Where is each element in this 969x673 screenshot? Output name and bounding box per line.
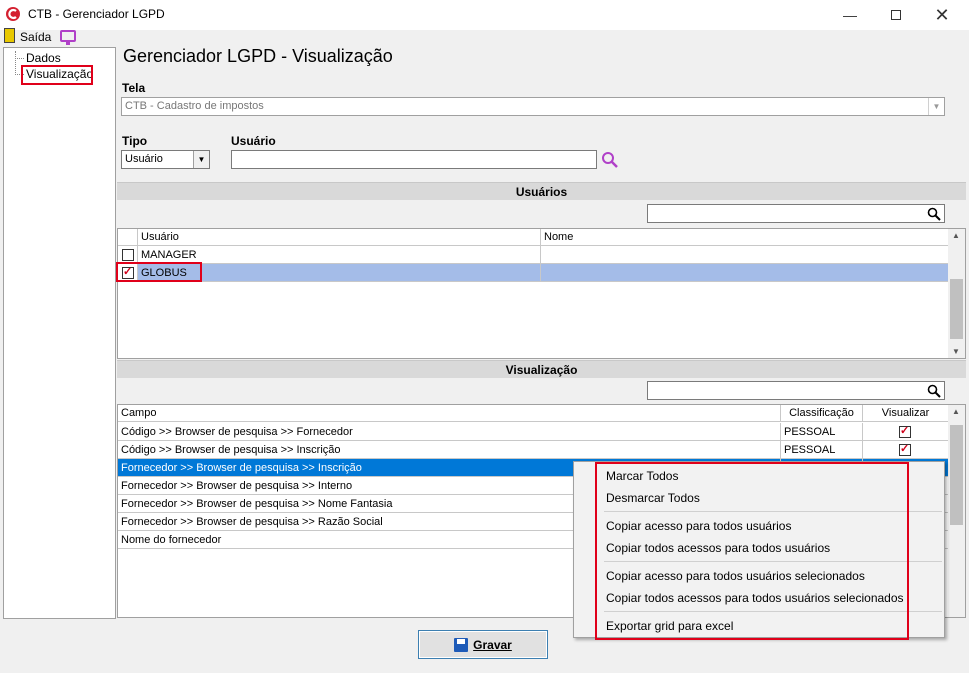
row-checkbox[interactable] [122,249,134,261]
window-title: CTB - Gerenciador LGPD [28,7,165,21]
app-logo-icon [6,7,20,21]
usuario-label: Usuário [231,134,276,148]
visualizar-checkbox[interactable] [899,424,911,438]
maximize-icon[interactable] [873,0,919,30]
tela-select[interactable]: CTB - Cadastro de impostos ▼ [121,97,945,116]
tela-label: Tela [122,81,146,95]
vis-grid-header-classificacao[interactable]: Classificação [781,405,863,422]
scroll-up-icon[interactable]: ▲ [952,407,960,416]
classificacao-cell: PESSOAL [781,441,863,459]
users-grid-header-usuario[interactable]: Usuário [138,229,541,246]
minimize-icon[interactable]: — [827,0,873,30]
search-icon[interactable] [601,151,619,169]
campo-cell: Código >> Browser de pesquisa >> Inscriç… [118,441,781,459]
annotation-highlight [595,462,909,640]
users-grid-check-header [118,229,138,246]
nome-cell [541,264,949,282]
users-grid: Usuário Nome MANAGER GLOBUS ▲ ▼ [117,228,966,359]
users-grid-header-nome[interactable]: Nome [541,229,949,246]
vis-grid-header-visualizar[interactable]: Visualizar [863,405,949,422]
tree-item-dados[interactable]: Dados [26,51,61,65]
tipo-value: Usuário [125,153,163,165]
classificacao-cell: PESSOAL [781,423,863,441]
annotation-highlight [21,65,93,85]
users-filter-input[interactable] [647,204,945,223]
vis-scrollbar[interactable]: ▲ [948,405,965,617]
visualizar-checkbox[interactable] [899,442,911,456]
tipo-label: Tipo [122,134,148,148]
scroll-thumb[interactable] [950,425,963,525]
chevron-down-icon[interactable]: ▼ [928,98,944,115]
page-title: Gerenciador LGPD - Visualização [123,46,393,66]
close-icon[interactable]: ✕ [919,0,965,30]
save-button-label: Gravar [473,637,512,652]
vis-grid-header-campo[interactable]: Campo [118,405,781,422]
vis-section-header: Visualização [117,360,966,378]
annotation-highlight [116,262,202,282]
monitor-icon[interactable] [60,30,76,45]
exit-door-icon[interactable] [4,28,15,43]
search-icon[interactable] [927,207,941,221]
tipo-select[interactable]: Usuário ▼ [121,150,210,169]
nome-cell [541,246,949,264]
vis-filter-input[interactable] [647,381,945,400]
tela-value: CTB - Cadastro de impostos [125,100,264,112]
navigation-tree: Dados Visualização [3,47,116,619]
users-scrollbar[interactable]: ▲ ▼ [948,229,965,358]
scroll-thumb[interactable] [950,279,963,339]
usuario-input[interactable] [231,150,597,169]
menu-bar [0,30,969,46]
save-button[interactable]: Gravar [418,630,548,659]
search-icon[interactable] [927,384,941,398]
menu-exit[interactable]: Saída [20,30,51,44]
chevron-down-icon[interactable]: ▼ [193,151,209,168]
floppy-disk-icon [454,637,469,652]
scroll-up-icon[interactable]: ▲ [952,231,960,240]
scroll-down-icon[interactable]: ▼ [952,347,960,356]
users-section-header: Usuários [117,182,966,200]
campo-cell: Código >> Browser de pesquisa >> Fornece… [118,423,781,441]
